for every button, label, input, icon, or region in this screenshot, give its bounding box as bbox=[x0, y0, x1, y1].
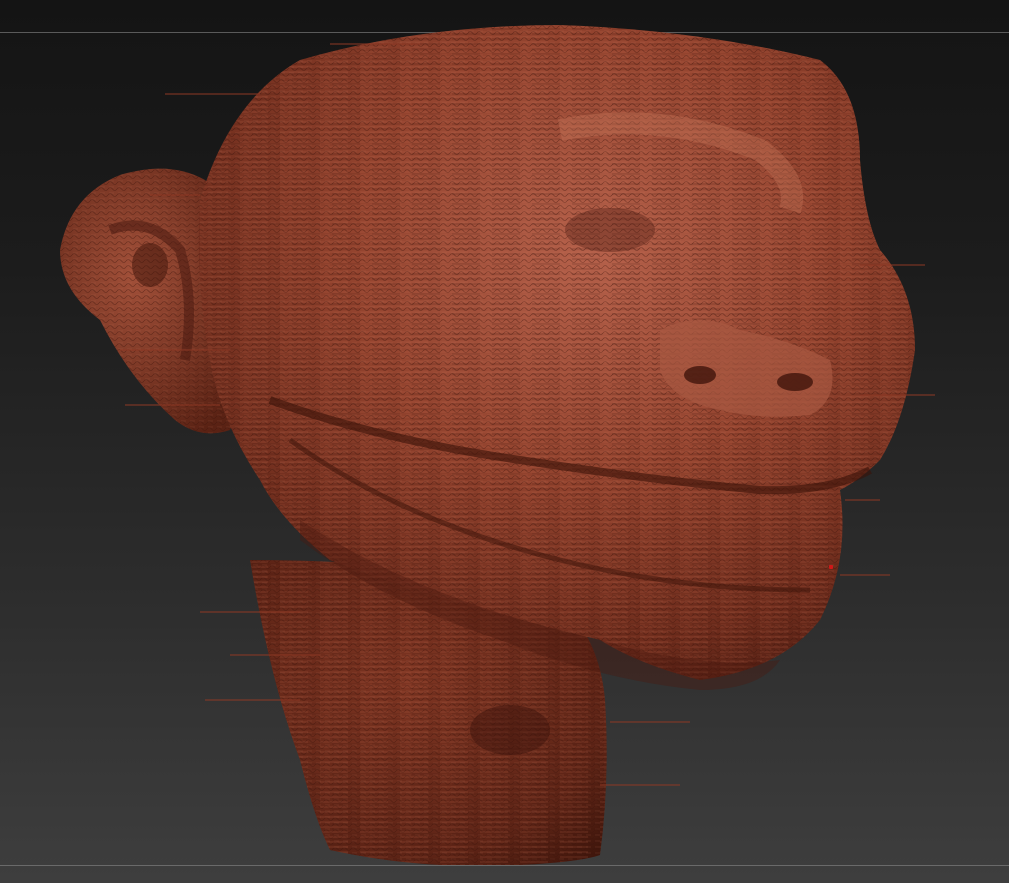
brush-cursor-marker bbox=[829, 565, 833, 569]
sculpt-viewport[interactable] bbox=[0, 0, 1009, 883]
sculpted-head-model[interactable] bbox=[0, 0, 1009, 883]
canvas-bottom-border bbox=[0, 865, 1009, 866]
